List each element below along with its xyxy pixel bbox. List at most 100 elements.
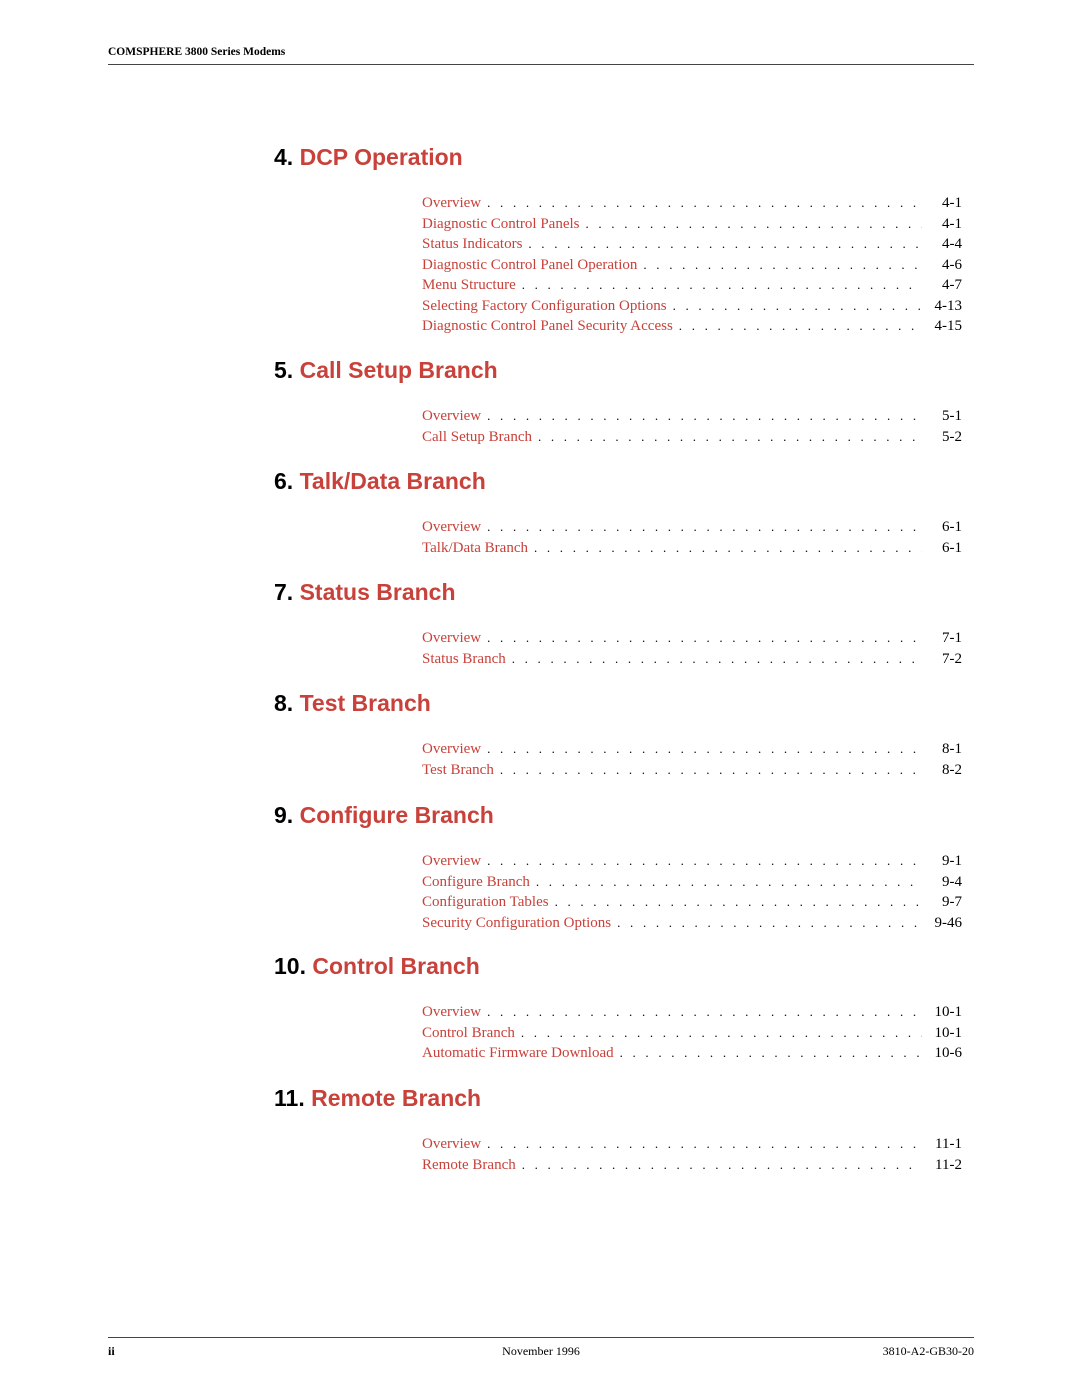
dot-leader [534,538,922,559]
toc-entry-link[interactable]: Remote Branch [422,1155,522,1176]
toc-entry[interactable]: Status Branch 7-2 [422,649,962,670]
toc-entry-link[interactable]: Overview [422,739,487,760]
toc-entry-link[interactable]: Configure Branch [422,872,536,893]
toc-entry-link[interactable]: Call Setup Branch [422,427,538,448]
toc-entry[interactable]: Diagnostic Control Panels 4-1 [422,214,962,235]
toc-entry[interactable]: Overview 5-1 [422,406,962,427]
toc-entry-link[interactable]: Talk/Data Branch [422,538,534,559]
section-heading[interactable]: 9. Configure Branch [274,801,974,829]
toc-entry[interactable]: Call Setup Branch 5-2 [422,427,962,448]
page-reference: 9-1 [942,853,962,869]
section-title: Remote Branch [311,1085,482,1111]
toc-section: 5. Call Setup BranchOverview5-1Call Setu… [274,356,974,445]
section-title: Call Setup Branch [299,357,498,383]
toc-entry-link[interactable]: Control Branch [422,1023,521,1044]
page-reference: 8-1 [942,741,962,757]
page-reference: 9-4 [942,873,962,890]
page-reference: 5-2 [942,428,962,445]
section-number: 9. [274,802,294,828]
section-heading[interactable]: 7. Status Branch [274,578,974,606]
toc-entry[interactable]: Test Branch 8-2 [422,760,962,781]
page-reference: 4-6 [942,256,962,273]
toc-entry[interactable]: Configure Branch 9-4 [422,872,962,893]
section-number: 10. [274,953,306,979]
toc-entry[interactable]: Diagnostic Control Panel Security Access… [422,316,962,337]
dot-leader [487,739,922,760]
section-number: 8. [274,690,294,716]
toc-entry[interactable]: Overview 11-1 [422,1134,962,1155]
toc-entry[interactable]: Overview 6-1 [422,517,962,538]
toc-entry-link[interactable]: Diagnostic Control Panels [422,214,586,235]
dot-leader [536,872,922,893]
document-id: 3810-A2-GB30-20 [882,1344,974,1358]
dot-leader [679,316,922,337]
toc-entry-link[interactable]: Overview [422,851,487,872]
dot-leader [500,760,922,781]
dot-leader [522,275,922,296]
toc-entry-link[interactable]: Overview [422,1134,487,1155]
section-number: 11. [274,1085,305,1111]
toc-entry[interactable]: Overview 10-1 [422,1002,962,1023]
toc-entry-link[interactable]: Overview [422,193,487,214]
toc-entry-link[interactable]: Status Indicators [422,234,528,255]
toc-entry-link[interactable]: Security Configuration Options [422,913,617,934]
section-heading[interactable]: 10. Control Branch [274,952,974,980]
section-title: Control Branch [312,953,480,979]
section-title: Status Branch [299,579,456,605]
section-heading[interactable]: 4. DCP Operation [274,143,974,171]
section-number: 5. [274,357,294,383]
page-reference: 4-1 [942,195,962,211]
toc-entry-link[interactable]: Selecting Factory Configuration Options [422,296,673,317]
toc-entry-link[interactable]: Menu Structure [422,275,522,296]
toc-entry[interactable]: Overview 9-1 [422,851,962,872]
toc-entry-link[interactable]: Diagnostic Control Panel Security Access [422,316,679,337]
toc-entry-list: Overview 6-1 Talk/Data Branch 6-1 [422,517,962,558]
section-heading[interactable]: 6. Talk/Data Branch [274,467,974,495]
toc-entry[interactable]: Remote Branch 11-2 [422,1155,962,1176]
dot-leader [522,1155,922,1176]
toc-entry-link[interactable]: Automatic Firmware Download [422,1043,620,1064]
toc-entry-link[interactable]: Overview [422,628,487,649]
section-heading[interactable]: 11. Remote Branch [274,1084,974,1112]
toc-section: 11. Remote BranchOverview11-1Remote Bran… [274,1084,974,1173]
toc-entry[interactable]: Talk/Data Branch 6-1 [422,538,962,559]
toc-section: 9. Configure BranchOverview9-1Configure … [274,801,974,931]
dot-leader [528,234,922,255]
dot-leader [487,517,922,538]
toc-entry-link[interactable]: Status Branch [422,649,512,670]
dot-leader [487,406,922,427]
section-heading[interactable]: 8. Test Branch [274,689,974,717]
toc-entry-link[interactable]: Diagnostic Control Panel Operation [422,255,643,276]
section-title: Configure Branch [299,802,494,828]
toc-entry[interactable]: Control Branch 10-1 [422,1023,962,1044]
toc-entry-link[interactable]: Test Branch [422,760,500,781]
toc-entry[interactable]: Overview 8-1 [422,739,962,760]
page-reference: 10-1 [934,1004,963,1020]
toc-section: 4. DCP OperationOverview4-1Diagnostic Co… [274,143,974,334]
page-header: COMSPHERE 3800 Series Modems [108,44,974,65]
dot-leader [487,628,922,649]
toc-entry[interactable]: Overview 7-1 [422,628,962,649]
toc-entry[interactable]: Automatic Firmware Download 10-6 [422,1043,962,1064]
page-reference: 4-1 [942,215,962,232]
page-reference: 11-2 [935,1156,962,1173]
toc-entry[interactable]: Status Indicators 4-4 [422,234,962,255]
toc-entry[interactable]: Selecting Factory Configuration Options 4… [422,296,962,317]
toc-entry[interactable]: Diagnostic Control Panel Operation 4-6 [422,255,962,276]
toc-entry[interactable]: Configuration Tables 9-7 [422,892,962,913]
toc-entry-link[interactable]: Configuration Tables [422,892,555,913]
page-reference: 4-4 [942,236,962,252]
toc-entry-link[interactable]: Overview [422,406,487,427]
section-number: 7. [274,579,294,605]
toc-entry[interactable]: Security Configuration Options 9-46 [422,913,962,934]
dot-leader [643,255,922,276]
toc-entry[interactable]: Menu Structure 4-7 [422,275,962,296]
toc-entry-link[interactable]: Overview [422,517,487,538]
dot-leader [521,1023,922,1044]
toc-entry[interactable]: Overview 4-1 [422,193,962,214]
dot-leader [487,1134,922,1155]
toc-entry-link[interactable]: Overview [422,1002,487,1023]
toc-entry-list: Overview 9-1 Configure Branch 9-4 Configurat… [422,851,962,933]
page-reference: 4-15 [934,318,963,334]
section-heading[interactable]: 5. Call Setup Branch [274,356,974,384]
